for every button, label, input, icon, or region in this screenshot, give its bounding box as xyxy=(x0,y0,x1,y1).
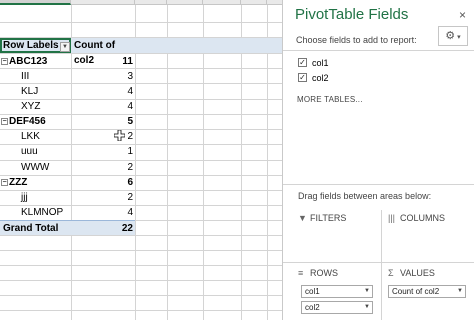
crosshair-cursor-icon xyxy=(114,130,125,141)
spreadsheet-grid[interactable]: Row Labels ▼ Count of col2 − ABC123 11 II… xyxy=(0,0,282,320)
child-value: 2 xyxy=(127,192,133,203)
column-header-d[interactable] xyxy=(167,0,203,5)
field-label: col2 xyxy=(312,73,329,83)
column-header-bar xyxy=(0,0,282,5)
column-header-a[interactable] xyxy=(0,0,71,5)
rows-field-label: col1 xyxy=(305,287,320,296)
gridline xyxy=(0,250,282,251)
filters-area-header: ▼ FILTERS xyxy=(298,211,346,225)
values-label: VALUES xyxy=(400,268,435,278)
child-label: LKK xyxy=(21,131,40,142)
child-value: 3 xyxy=(127,71,133,82)
child-value: 1 xyxy=(127,146,133,157)
field-checkbox[interactable]: ✓ xyxy=(298,58,307,67)
column-header-e[interactable] xyxy=(203,0,241,5)
child-value: 2 xyxy=(127,162,133,173)
pivot-child-row[interactable]: jjj 2 xyxy=(0,190,282,205)
values-area-header: Σ VALUES xyxy=(388,266,435,280)
row-labels-header[interactable]: Row Labels ▼ xyxy=(0,38,71,53)
rows-field-col2[interactable]: col2 ▼ xyxy=(301,301,373,314)
child-label: XYZ xyxy=(21,101,41,112)
dropdown-arrow-icon[interactable]: ▼ xyxy=(364,286,370,297)
tools-button[interactable]: ⚙ ▾ xyxy=(438,26,468,46)
pivot-group-row[interactable]: − DEF456 5 xyxy=(0,114,282,129)
pivot-child-row[interactable]: KLJ 4 xyxy=(0,84,282,99)
divider xyxy=(283,262,474,263)
pivot-group-row[interactable]: − ZZZ 6 xyxy=(0,175,282,190)
pivot-child-row[interactable]: LKK 2 xyxy=(0,129,282,144)
child-label: KLJ xyxy=(21,86,39,97)
rows-field-col1[interactable]: col1 ▼ xyxy=(301,285,373,298)
column-header-b[interactable] xyxy=(71,0,135,5)
pane-subtitle: Choose fields to add to report: xyxy=(296,35,417,45)
column-header-g[interactable] xyxy=(267,0,282,5)
group-label: ZZZ xyxy=(9,177,28,188)
gridline xyxy=(0,265,282,266)
field-checkbox[interactable]: ✓ xyxy=(298,73,307,82)
columns-area-header: ||| COLUMNS xyxy=(388,211,445,225)
field-label: col1 xyxy=(312,58,329,68)
column-header-c[interactable] xyxy=(135,0,167,5)
child-label: jjj xyxy=(21,192,28,203)
column-header-f[interactable] xyxy=(241,0,267,5)
sigma-icon: Σ xyxy=(388,268,394,278)
gridline xyxy=(0,280,282,281)
pivot-child-row[interactable]: XYZ 4 xyxy=(0,99,282,114)
group-value: 5 xyxy=(127,116,133,127)
group-value: 6 xyxy=(127,177,133,188)
pivot-group-row[interactable]: − ABC123 11 xyxy=(0,54,282,69)
columns-label: COLUMNS xyxy=(400,213,446,223)
chevron-down-icon: ▾ xyxy=(457,34,461,41)
close-icon[interactable]: × xyxy=(459,8,466,22)
child-label: III xyxy=(21,71,30,82)
pivot-header-row[interactable]: Row Labels ▼ Count of col2 xyxy=(0,38,282,66)
row-labels-header-text: Row Labels xyxy=(3,40,59,51)
collapse-icon[interactable]: − xyxy=(1,178,8,186)
divider xyxy=(283,184,474,185)
pivot-child-row[interactable]: WWW 2 xyxy=(0,160,282,175)
child-value: 4 xyxy=(127,207,133,218)
child-value: 4 xyxy=(127,101,133,112)
rows-field-label: col2 xyxy=(305,303,320,312)
pivot-child-row[interactable]: III 3 xyxy=(0,69,282,84)
child-label: uuu xyxy=(21,146,38,157)
grand-total-value: 22 xyxy=(121,223,133,234)
columns-icon: ||| xyxy=(388,213,396,223)
group-value: 11 xyxy=(122,56,133,67)
collapse-icon[interactable]: − xyxy=(1,57,8,65)
child-label: WWW xyxy=(21,162,50,173)
drag-instructions: Drag fields between areas below: xyxy=(298,191,432,201)
filter-icon: ▼ xyxy=(298,213,307,223)
group-label: ABC123 xyxy=(9,56,48,67)
divider xyxy=(283,50,474,51)
row-labels-filter-button[interactable]: ▼ xyxy=(60,42,70,52)
rows-area-header: ≡ ROWS xyxy=(298,266,338,280)
child-label: KLMNOP xyxy=(21,207,64,218)
rows-label: ROWS xyxy=(310,268,338,278)
grand-total-row[interactable]: Grand Total 22 xyxy=(0,220,135,235)
dropdown-arrow-icon[interactable]: ▼ xyxy=(364,302,370,313)
values-field-label: Count of col2 xyxy=(392,287,440,296)
more-tables-link[interactable]: MORE TABLES... xyxy=(297,95,363,104)
rows-icon: ≡ xyxy=(298,268,304,278)
pane-title: PivotTable Fields xyxy=(295,6,409,23)
filters-label: FILTERS xyxy=(310,213,347,223)
pivot-child-row[interactable]: uuu 1 xyxy=(0,144,282,159)
pivottable-fields-pane: PivotTable Fields × Choose fields to add… xyxy=(282,0,474,320)
group-label: DEF456 xyxy=(9,116,46,127)
value-header[interactable]: Count of col2 xyxy=(71,38,135,66)
area-divider xyxy=(381,210,382,320)
gridline xyxy=(0,22,282,23)
gridline xyxy=(0,310,282,311)
values-field-count-col2[interactable]: Count of col2 ▼ xyxy=(388,285,466,298)
child-value: 2 xyxy=(127,131,133,142)
child-value: 4 xyxy=(127,86,133,97)
gridline xyxy=(0,295,282,296)
gear-icon: ⚙ xyxy=(445,30,456,42)
pivot-child-row[interactable]: KLMNOP 4 xyxy=(0,205,282,220)
collapse-icon[interactable]: − xyxy=(1,117,8,125)
dropdown-arrow-icon[interactable]: ▼ xyxy=(457,286,463,297)
grand-total-label: Grand Total xyxy=(3,223,59,234)
